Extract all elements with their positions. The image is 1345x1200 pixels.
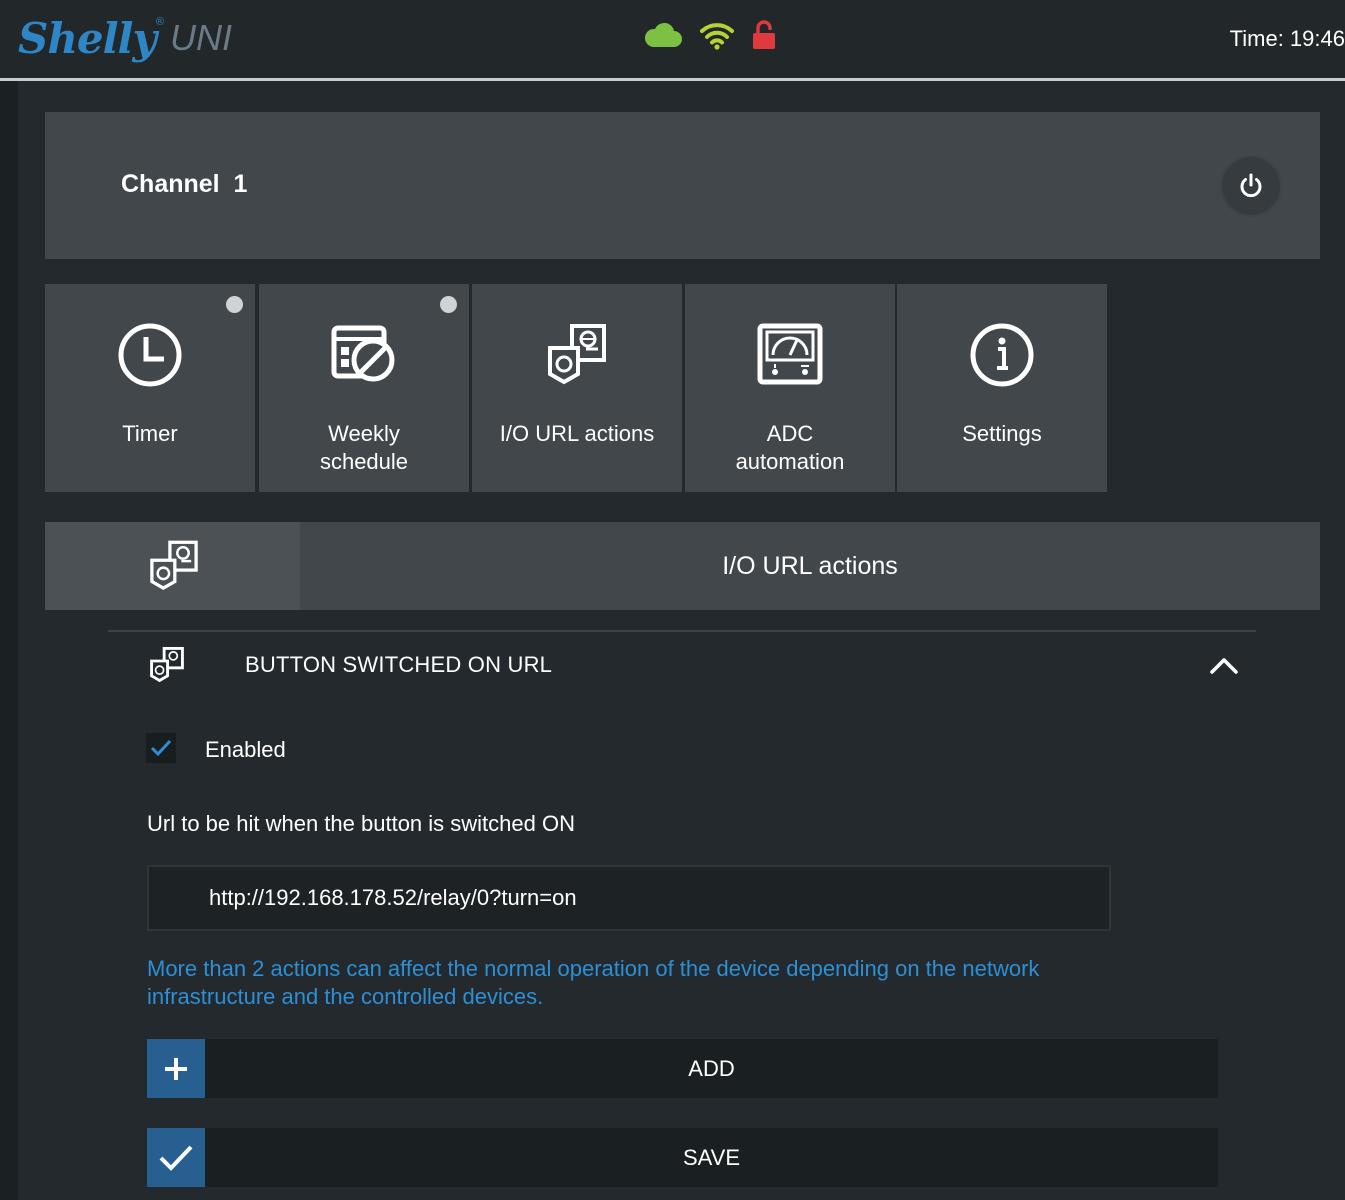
tile-settings[interactable]: Settings bbox=[897, 284, 1107, 492]
panel-title: BUTTON SWITCHED ON URL bbox=[245, 652, 553, 677]
save-button-label: SAVE bbox=[682, 1144, 741, 1170]
save-button[interactable]: SAVE bbox=[147, 1128, 1218, 1187]
tile-label: Settings bbox=[962, 421, 1042, 446]
channel-title: Channel 1 bbox=[121, 170, 248, 198]
url-input[interactable] bbox=[147, 865, 1111, 931]
status-icons bbox=[643, 20, 777, 50]
tile-label: Timer bbox=[122, 421, 178, 446]
logo-brand: Shelly bbox=[18, 13, 157, 63]
section-title: I/O URL actions bbox=[722, 551, 898, 580]
tile-timer[interactable]: Timer bbox=[45, 284, 255, 492]
enabled-checkbox[interactable] bbox=[146, 733, 176, 763]
top-bar: Shelly ® UNI Time: 19:46 bbox=[0, 0, 1345, 81]
clock-icon bbox=[118, 323, 182, 387]
calendar-off-icon bbox=[331, 325, 395, 382]
shelly-logo: Shelly ® UNI bbox=[18, 10, 232, 66]
section-icon-box bbox=[45, 522, 300, 610]
tile-adc-automation[interactable]: ADC automation bbox=[685, 284, 895, 492]
io-url-icon bbox=[150, 647, 184, 683]
url-field-label: Url to be hit when the button is switche… bbox=[147, 811, 575, 836]
enabled-label: Enabled bbox=[205, 737, 286, 762]
io-url-icon bbox=[150, 540, 198, 590]
tile-label: ADC automation bbox=[735, 421, 845, 474]
checkmark-icon bbox=[147, 1128, 205, 1187]
cloud-icon bbox=[644, 22, 682, 47]
wifi-icon bbox=[700, 23, 734, 50]
add-button-label: ADD bbox=[688, 1055, 735, 1081]
status-dot bbox=[226, 296, 243, 313]
chevron-up-icon[interactable] bbox=[1208, 652, 1240, 678]
sidebar-edge bbox=[0, 81, 18, 1200]
gauge-icon bbox=[757, 323, 823, 385]
warning-text: More than 2 actions can affect the norma… bbox=[147, 956, 1040, 1009]
checkmark-icon bbox=[150, 739, 172, 757]
power-button[interactable] bbox=[1220, 155, 1282, 217]
divider bbox=[108, 630, 1256, 632]
channel-card: Channel 1 bbox=[45, 112, 1320, 259]
plus-icon bbox=[147, 1039, 205, 1098]
add-button[interactable]: ADD bbox=[147, 1039, 1218, 1098]
logo-registered-mark: ® bbox=[155, 16, 165, 28]
info-icon bbox=[970, 323, 1034, 387]
tile-io-url-actions[interactable]: I/O URL actions bbox=[472, 284, 682, 492]
section-header: I/O URL actions bbox=[45, 522, 1320, 610]
power-icon bbox=[1240, 173, 1262, 198]
time-display: Time: 19:46 bbox=[1229, 26, 1345, 51]
logo-model: UNI bbox=[170, 17, 233, 58]
tile-weekly-schedule[interactable]: Weekly schedule bbox=[259, 284, 469, 492]
io-url-icon bbox=[548, 324, 606, 385]
status-dot bbox=[440, 296, 457, 313]
lock-icon bbox=[753, 20, 775, 49]
tile-label: Weekly schedule bbox=[319, 421, 409, 474]
tile-label: I/O URL actions bbox=[499, 421, 655, 446]
